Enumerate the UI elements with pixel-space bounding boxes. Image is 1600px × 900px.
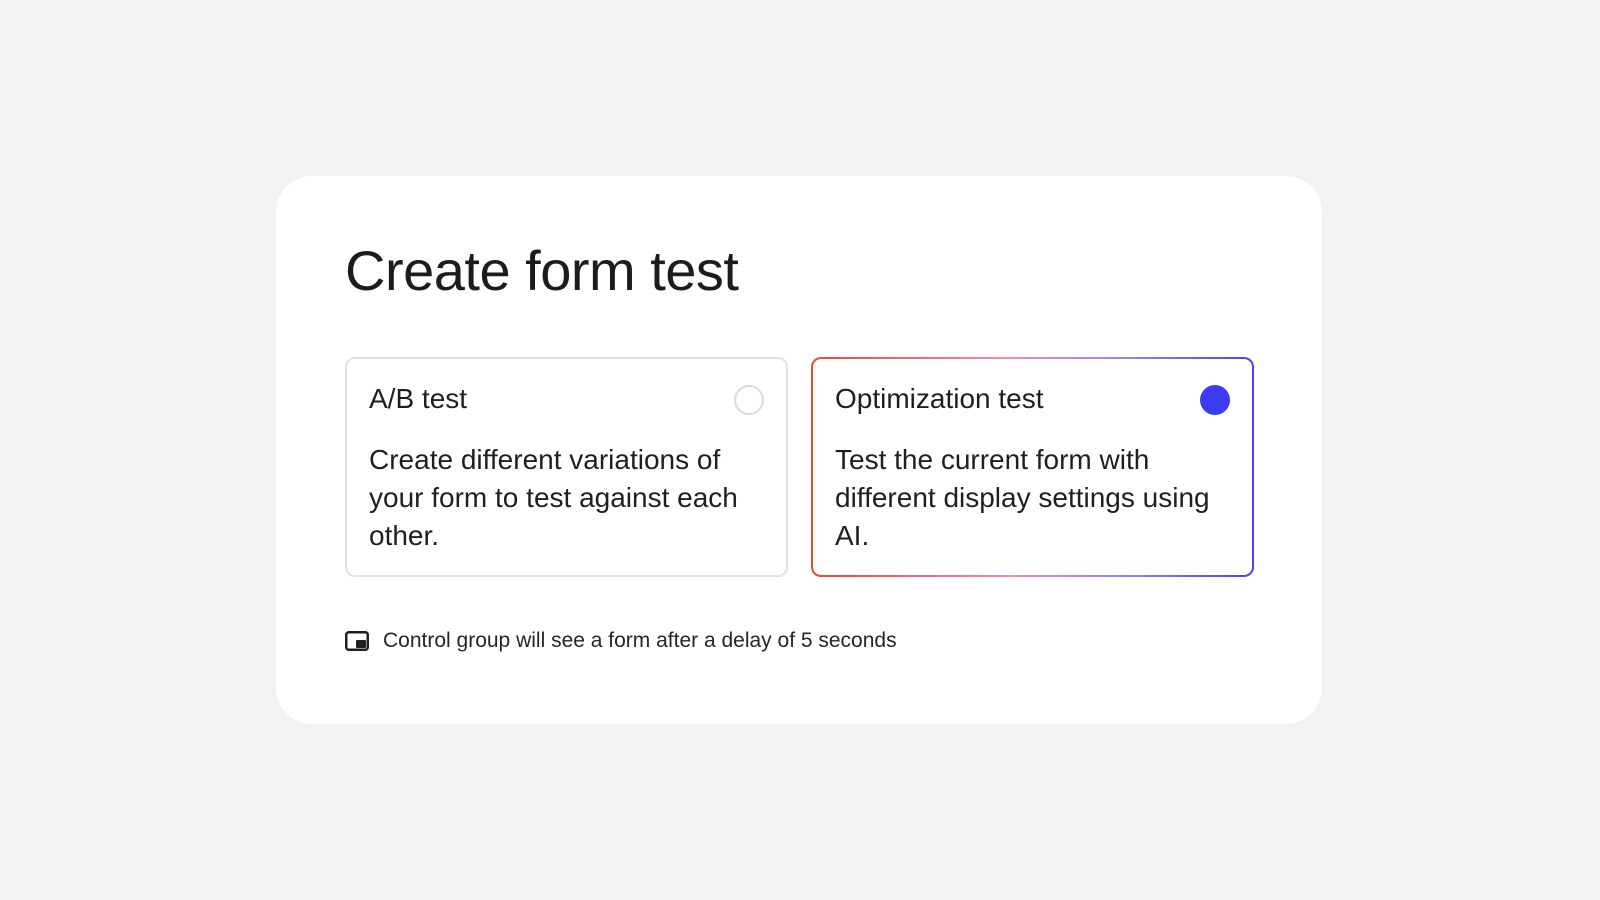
option-optimization-test[interactable]: Optimization test Test the current form … [811, 357, 1254, 577]
option-ab-test[interactable]: A/B test Create different variations of … [345, 357, 788, 577]
option-optimization-test-body: Optimization test Test the current form … [813, 359, 1252, 575]
create-form-test-dialog: Create form test A/B test Create differe… [276, 176, 1322, 724]
picture-in-picture-icon [345, 631, 369, 651]
option-optimization-test-title: Optimization test [835, 383, 1044, 414]
test-type-options: A/B test Create different variations of … [345, 357, 1254, 577]
control-group-note: Control group will see a form after a de… [345, 626, 897, 656]
control-group-note-text: Control group will see a form after a de… [383, 629, 897, 652]
option-optimization-test-radio[interactable] [1200, 385, 1230, 415]
page: Create form test A/B test Create differe… [0, 0, 1600, 900]
dialog-title: Create form test [345, 239, 739, 302]
option-ab-test-radio[interactable] [734, 385, 764, 415]
option-optimization-test-description: Test the current form with different dis… [835, 444, 1210, 551]
option-ab-test-description: Create different variations of your form… [369, 444, 738, 551]
option-ab-test-title: A/B test [369, 383, 468, 414]
